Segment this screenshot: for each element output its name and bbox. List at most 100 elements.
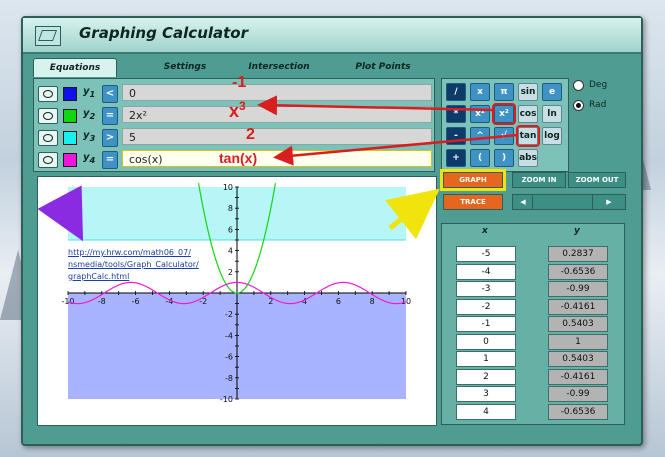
tab-settings[interactable]: Settings [145, 58, 225, 76]
url-line[interactable]: http://my.hrw.com/math06_07/ [68, 247, 199, 259]
graph-area: -10 -8 -6 -4 -2 2 4 6 8 10 -10 -8 -6 -4 -2 2 4 6 8 10 http:… [37, 176, 437, 426]
x-header: x [482, 226, 488, 236]
key-tan[interactable]: tan [516, 125, 540, 147]
color-swatch[interactable] [63, 153, 77, 167]
relation-button[interactable]: < [102, 85, 118, 103]
trace-right-button[interactable]: ▶ [592, 194, 626, 210]
y-tick-label: 2 [228, 268, 233, 277]
table-x-cell: 4 [456, 403, 516, 420]
trace-button[interactable]: TRACE [443, 194, 503, 210]
source-url[interactable]: http://my.hrw.com/math06_07/ nsmedia/too… [68, 247, 199, 283]
radio-deg[interactable] [573, 80, 584, 91]
deg-label: Deg [589, 80, 608, 90]
key-open-paren[interactable]: ( [470, 149, 490, 167]
zoom-out-button[interactable]: ZOOM OUT [568, 172, 626, 188]
table-y-cell: -0.4161 [548, 298, 608, 315]
trace-slider[interactable] [532, 194, 594, 210]
table-x-cell: 0 [456, 333, 516, 350]
y-tick-label: -8 [225, 374, 233, 383]
table-y-cell: -0.99 [548, 386, 608, 402]
trace-left-button[interactable]: ◀ [512, 194, 534, 210]
tab-intersection[interactable]: Intersection [233, 58, 325, 76]
table-x-cell: -3 [456, 281, 516, 297]
angle-mode: Deg Rad [573, 80, 607, 114]
key-sqrt[interactable]: √ [494, 127, 514, 145]
relation-button[interactable]: = [102, 107, 118, 125]
equation-input[interactable]: cos(x) [122, 150, 432, 167]
y-tick-label: 6 [228, 225, 233, 234]
table-x-cell: 1 [456, 351, 516, 367]
key-close-paren[interactable]: ) [494, 149, 514, 167]
table-y-cell: 0.5403 [548, 351, 608, 367]
color-swatch[interactable] [63, 131, 77, 145]
annotation-x-cubed: x3 [229, 99, 246, 121]
key-add[interactable]: + [446, 149, 466, 167]
relation-button[interactable]: = [102, 151, 118, 169]
equation-label: y2 [83, 108, 96, 121]
key-ln[interactable]: ln [542, 105, 562, 123]
graph-button[interactable]: GRAPH [440, 169, 506, 191]
y-tick-label: -4 [225, 331, 233, 340]
y-tick-label: 10 [223, 183, 233, 192]
eye-icon[interactable] [38, 108, 58, 124]
equation-label: y1 [83, 86, 96, 99]
key-power[interactable]: ^ [470, 127, 490, 145]
equation-label: y4 [83, 152, 96, 165]
x-tick-label: 10 [401, 297, 411, 306]
equation-label: y3 [83, 130, 96, 143]
y-tick-label: -10 [220, 395, 233, 404]
eye-icon[interactable] [38, 152, 58, 168]
y-tick-label: -2 [225, 310, 233, 319]
eye-icon[interactable] [38, 86, 58, 102]
tab-equations[interactable]: Equations [33, 58, 117, 77]
key-sin[interactable]: sin [518, 83, 538, 101]
relation-button[interactable]: > [102, 129, 118, 147]
rad-label: Rad [589, 100, 607, 110]
url-line[interactable]: nsmedia/tools/Graph_Calculator/ [68, 259, 199, 271]
table-x-cell: 2 [456, 368, 516, 385]
x-tick-label: -6 [132, 297, 140, 306]
zoom-in-button[interactable]: ZOOM IN [512, 172, 566, 188]
x-tick-label: -10 [61, 297, 74, 306]
key-square-highlighted[interactable]: x² [492, 103, 516, 125]
equation-input[interactable]: 0 [122, 84, 432, 101]
x-tick-label: 8 [370, 297, 375, 306]
key-subtract[interactable]: - [446, 127, 466, 145]
key-abs[interactable]: abs [518, 149, 538, 167]
url-line[interactable]: graphCalc.html [68, 271, 199, 283]
app-icon [35, 26, 61, 46]
table-x-cell: -5 [456, 246, 516, 262]
y-tick-label: 8 [228, 204, 233, 213]
equation-input[interactable]: 5 [122, 128, 432, 145]
key-square[interactable]: x² [470, 105, 490, 123]
key-x[interactable]: x [470, 83, 490, 101]
table-y-cell: -0.4161 [548, 368, 608, 385]
key-multiply[interactable]: * [446, 105, 466, 123]
y-tick-label: 4 [228, 247, 233, 256]
title-bar: Graphing Calculator [23, 18, 641, 54]
table-y-cell: -0.6536 [548, 263, 608, 280]
table-x-cell: -1 [456, 316, 516, 332]
rad-option[interactable]: Rad [573, 100, 607, 114]
key-cos[interactable]: cos [518, 105, 538, 123]
deg-option[interactable]: Deg [573, 80, 607, 94]
table-y-cell: 0.2837 [548, 246, 608, 262]
table-y-cell: 0.5403 [548, 316, 608, 332]
radio-rad[interactable] [573, 100, 584, 111]
tab-plot-points[interactable]: Plot Points [343, 58, 423, 76]
equation-row-3: y3 > 5 [34, 128, 434, 148]
graph-plot[interactable]: -10 -8 -6 -4 -2 2 4 6 8 10-10-8-6-4-2246810 [38, 177, 436, 425]
color-swatch[interactable] [63, 87, 77, 101]
x-tick-label: 6 [336, 297, 341, 306]
window-title: Graphing Calculator [79, 24, 249, 42]
values-table: x y -5 0.2837 -4 -0.6536 -3 -0.99 -2 -0.4161 -1 0… [441, 223, 625, 425]
x-tick-label: -8 [98, 297, 106, 306]
equation-input[interactable]: 2x² [122, 106, 432, 123]
color-swatch[interactable] [63, 109, 77, 123]
eye-icon[interactable] [38, 130, 58, 146]
key-divide[interactable]: / [446, 83, 466, 101]
x-tick-label: 4 [302, 297, 307, 306]
key-e[interactable]: e [542, 83, 562, 101]
key-log[interactable]: log [542, 127, 562, 145]
key-pi[interactable]: π [494, 83, 514, 101]
